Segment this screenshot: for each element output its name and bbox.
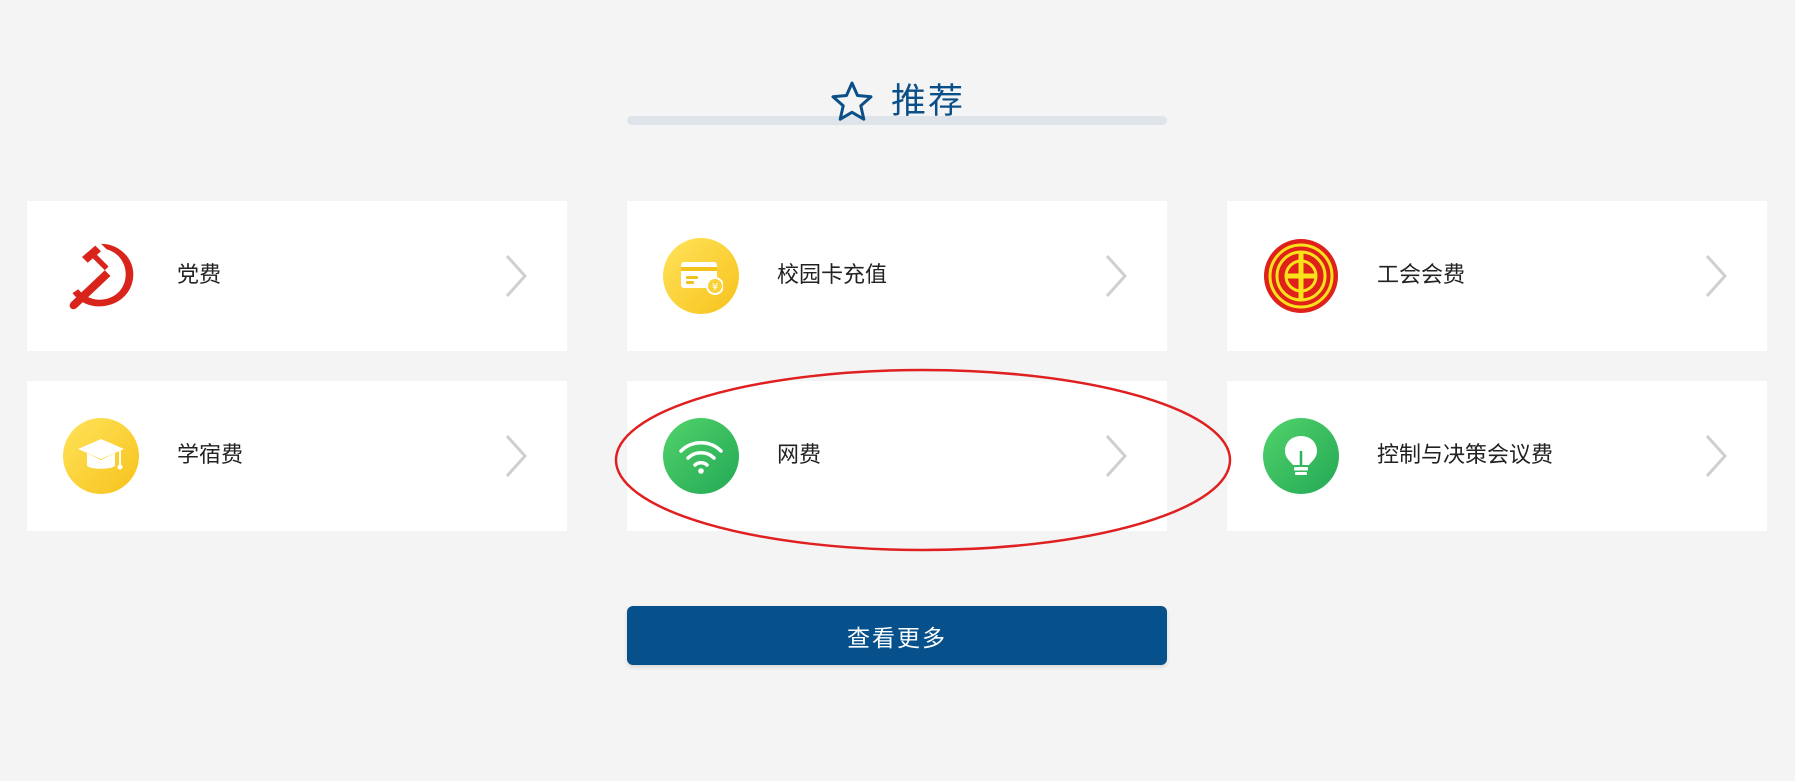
item-label: 控制与决策会议费 (1377, 443, 1554, 468)
hammer-sickle-icon (63, 238, 139, 314)
star-icon (831, 81, 873, 121)
item-label: 校园卡充值 (777, 263, 888, 288)
wifi-icon (663, 418, 739, 494)
svg-text:¥: ¥ (712, 282, 718, 293)
lightbulb-icon (1263, 418, 1339, 494)
chevron-right-icon (1105, 254, 1128, 298)
chevron-right-icon (1105, 434, 1128, 478)
trade-union-emblem-icon (1263, 238, 1339, 314)
chevron-right-icon (1705, 434, 1728, 478)
item-label: 学宿费 (177, 443, 244, 468)
item-label: 网费 (777, 443, 822, 468)
chevron-right-icon (505, 434, 528, 478)
chevron-right-icon (505, 254, 528, 298)
graduation-cap-icon (63, 418, 139, 494)
payment-item-conference-fee[interactable]: 控制与决策会议费 (1227, 381, 1767, 531)
section-header: 推荐 (627, 78, 1167, 128)
chevron-right-icon (1705, 254, 1728, 298)
item-label: 党费 (177, 263, 222, 288)
item-label: 工会会费 (1377, 263, 1466, 288)
payment-item-party-dues[interactable]: 党费 (27, 201, 567, 351)
payment-item-union-dues[interactable]: 工会会费 (1227, 201, 1767, 351)
payment-item-network-fee[interactable]: 网费 (627, 381, 1167, 531)
card-recharge-icon: ¥ (663, 238, 739, 314)
payment-item-tuition-accommodation[interactable]: 学宿费 (27, 381, 567, 531)
section-title: 推荐 (891, 81, 966, 122)
payment-item-campus-card-recharge[interactable]: ¥ 校园卡充值 (627, 201, 1167, 351)
view-more-button[interactable]: 查看更多 (627, 606, 1167, 665)
section-title-group: 推荐 (829, 78, 965, 126)
